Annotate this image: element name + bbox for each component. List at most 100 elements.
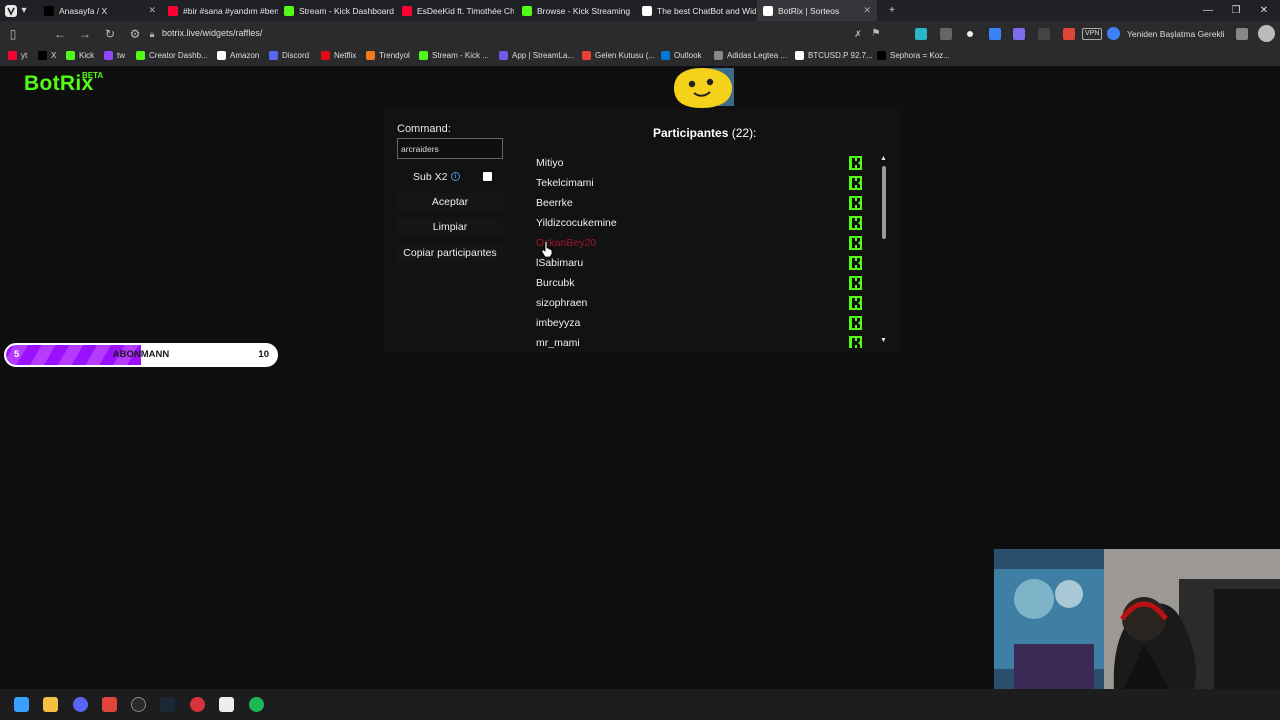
clear-button[interactable]: Limpiar — [397, 218, 503, 236]
participant-row[interactable]: Yildizcocukemine — [521, 213, 877, 233]
info-icon[interactable]: i — [451, 172, 460, 181]
extension-icon[interactable] — [967, 31, 973, 37]
kick-platform-icon — [849, 276, 862, 290]
extension-icon[interactable] — [989, 28, 1001, 40]
scrollbar-thumb[interactable] — [882, 166, 886, 239]
participant-name: imbeyyza — [536, 317, 581, 329]
tab-title: EsDeeKid ft. Timothée Chal — [417, 5, 514, 16]
participant-row[interactable]: mr_mami — [521, 333, 877, 348]
back-icon[interactable]: ← — [53, 27, 67, 41]
bookmark-item[interactable]: BTCUSD.P 92.7... — [795, 51, 873, 60]
kick-platform-icon — [849, 176, 862, 190]
bookmark-favicon-icon — [104, 51, 113, 60]
minimize-icon[interactable]: — — [1194, 0, 1222, 21]
spotify-icon[interactable] — [249, 697, 264, 712]
new-tab-button[interactable]: + — [878, 0, 906, 21]
vivaldi-icon[interactable] — [102, 697, 117, 712]
bookmark-item[interactable]: tw — [104, 51, 125, 60]
bookmark-label: Amazon — [230, 51, 260, 60]
bookmark-item[interactable]: App | StreamLa... — [499, 51, 574, 60]
panel-toggle-icon[interactable]: ▯ — [6, 27, 20, 41]
bookmark-favicon-icon — [321, 51, 330, 60]
bookmark-item[interactable]: Outlook — [661, 51, 702, 60]
participant-row[interactable]: lSabimaru — [521, 253, 877, 273]
tab-title: Browse - Kick Streaming — [537, 5, 631, 16]
participant-row[interactable]: imbeyyza — [521, 313, 877, 333]
extension-icon[interactable] — [1063, 28, 1075, 40]
browser-tab[interactable]: Stream - Kick Dashboard — [278, 0, 394, 21]
bookmark-item[interactable]: yt — [8, 51, 27, 60]
sub-goal-start: 5 — [14, 349, 20, 360]
restore-icon[interactable]: ❐ — [1222, 0, 1250, 21]
bookmark-label: Sephora = Koz... — [890, 51, 950, 60]
bookmark-label: BTCUSD.P 92.7... — [808, 51, 873, 60]
participant-row[interactable]: Beerrke — [521, 193, 877, 213]
tab-favicon-icon — [168, 5, 178, 16]
accept-button[interactable]: Aceptar — [397, 193, 503, 211]
extension-icon[interactable] — [940, 28, 952, 40]
file-explorer-icon[interactable] — [43, 697, 58, 712]
vpn-badge[interactable]: VPN — [1082, 28, 1103, 40]
bookmark-item[interactable]: Discord — [269, 51, 309, 60]
browser-tab[interactable]: #bir #sana #yandım #ben # — [162, 0, 278, 21]
participant-row[interactable]: Burcubk — [521, 273, 877, 293]
app-icon[interactable] — [190, 697, 205, 712]
participant-row[interactable]: Mitiyo — [521, 153, 877, 173]
participant-row[interactable]: Tekelcimami — [521, 173, 877, 193]
steam-icon[interactable] — [160, 697, 175, 712]
bookmark-item[interactable]: Stream - Kick ... — [419, 51, 489, 60]
bookmark-icon[interactable]: ⚑ — [869, 27, 883, 41]
bookmark-item[interactable]: Sephora = Koz... — [877, 51, 950, 60]
extension-icon[interactable] — [1038, 28, 1050, 40]
browser-tab[interactable]: Anasayfa / X ✕ — [38, 0, 162, 21]
bookmark-favicon-icon — [8, 51, 17, 60]
browser-tab[interactable]: BotRix | Sorteos ✕ — [757, 0, 877, 21]
bookmark-item[interactable]: Adidas Legtea ... — [714, 51, 787, 60]
bookmark-item[interactable]: Gelen Kutusu (... — [582, 51, 655, 60]
browser-tab[interactable]: EsDeeKid ft. Timothée Chal — [396, 0, 514, 21]
tab-favicon-icon — [284, 5, 294, 16]
bookmark-favicon-icon — [499, 51, 508, 60]
reload-icon[interactable]: ↻ — [103, 27, 117, 41]
extension-icon[interactable] — [1013, 28, 1025, 40]
capcut-icon[interactable] — [219, 697, 234, 712]
scroll-up-icon[interactable]: ▲ — [880, 155, 887, 162]
forward-icon[interactable]: → — [78, 27, 92, 41]
bookmark-item[interactable]: Kick — [66, 51, 94, 60]
url-field[interactable]: botrix.live/widgets/raffles/ — [162, 28, 262, 38]
profile-avatar[interactable] — [1258, 25, 1275, 42]
participant-name: mr_mami — [536, 337, 580, 348]
bookmark-item[interactable]: X — [38, 51, 56, 60]
update-icon[interactable] — [1107, 27, 1120, 40]
tab-close-icon[interactable]: ✕ — [144, 5, 156, 16]
bookmark-item[interactable]: Amazon — [217, 51, 259, 60]
sub-x2-checkbox[interactable] — [483, 172, 492, 181]
bookmark-item[interactable]: Trendyol — [366, 51, 410, 60]
chevron-down-icon[interactable]: ▾ — [18, 0, 30, 21]
browser-tab[interactable]: The best ChatBot and Widg — [636, 0, 756, 21]
bookmark-item[interactable]: Creator Dashb... — [136, 51, 208, 60]
webcam-overlay — [994, 549, 1280, 689]
discord-icon[interactable] — [73, 697, 88, 712]
participant-name: Beerrke — [536, 197, 573, 209]
site-settings-icon[interactable]: ⚙ — [128, 27, 142, 41]
browser-tab-bar: ▾ Anasayfa / X ✕ #bir #sana #yandım #ben #… — [0, 0, 1280, 21]
kick-platform-icon — [849, 336, 862, 348]
bookmark-label: tw — [117, 51, 125, 60]
windows-start-icon[interactable] — [14, 697, 29, 712]
translate-icon[interactable]: ✗ — [851, 27, 865, 41]
extension-icon[interactable] — [915, 28, 927, 40]
bookmark-favicon-icon — [419, 51, 428, 60]
copy-participants-button[interactable]: Copiar participantes — [397, 244, 503, 262]
close-window-icon[interactable]: ✕ — [1250, 0, 1278, 21]
tab-close-icon[interactable]: ✕ — [859, 5, 871, 16]
obs-icon[interactable] — [131, 697, 146, 712]
participant-row[interactable]: sizophraen — [521, 293, 877, 313]
participant-row[interactable]: OzkanBey20 — [521, 233, 877, 253]
restart-required-label[interactable]: Yeniden Başlatma Gerekli — [1127, 29, 1225, 39]
command-input[interactable] — [397, 138, 503, 159]
scroll-down-icon[interactable]: ▼ — [880, 337, 887, 344]
browser-tab[interactable]: Browse - Kick Streaming — [516, 0, 634, 21]
extensions-menu-icon[interactable] — [1236, 28, 1248, 40]
bookmark-item[interactable]: Netflix — [321, 51, 356, 60]
